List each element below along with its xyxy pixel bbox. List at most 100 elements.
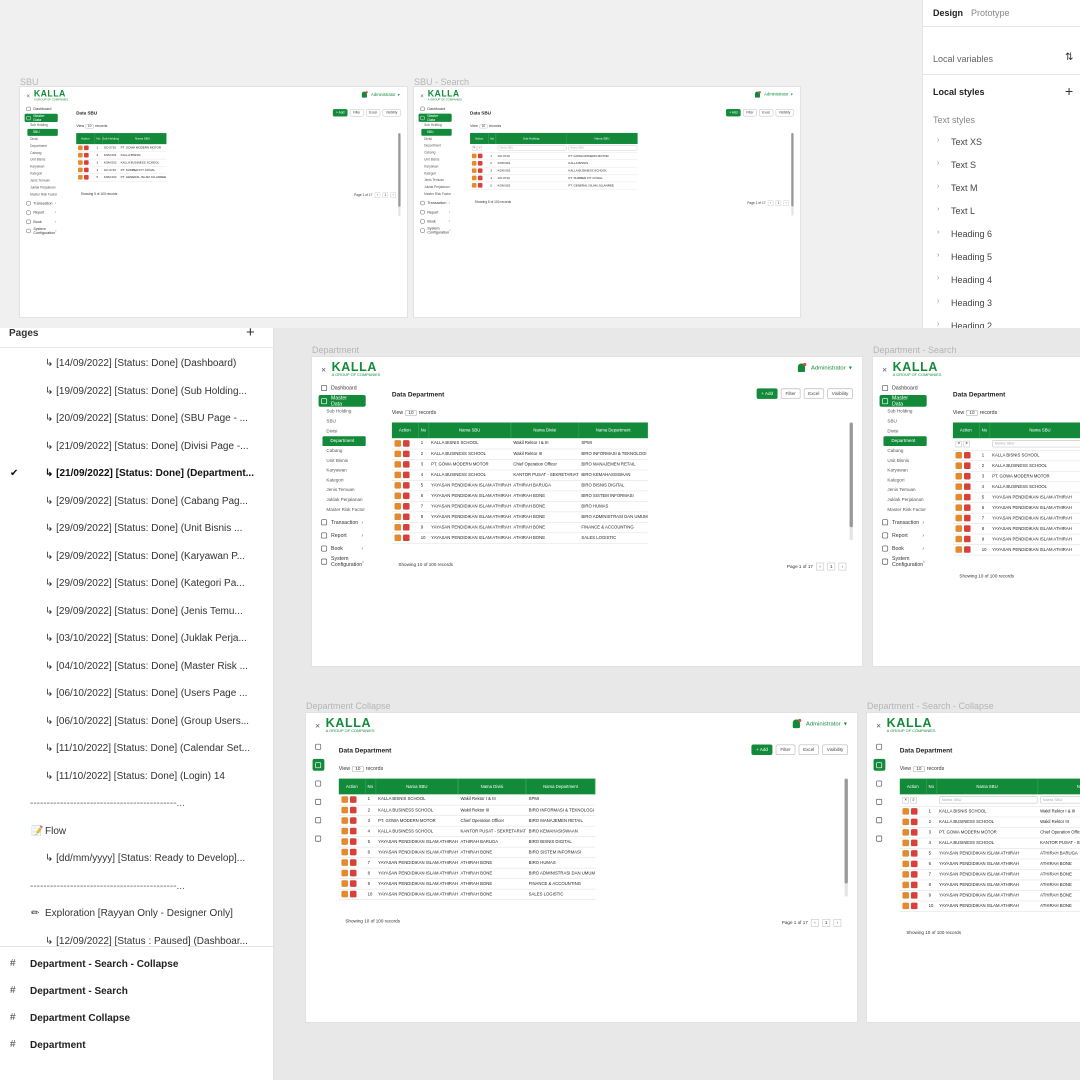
page-item[interactable]: ↳ [04/10/2022] [Status: Done] (Master Ri… bbox=[0, 658, 274, 678]
delete-icon[interactable] bbox=[349, 869, 357, 877]
page-item[interactable]: ↳ [29/09/2022] [Status: Done] (Karyawan … bbox=[0, 548, 274, 568]
sidebar-item[interactable]: Dashboard bbox=[880, 382, 927, 394]
table-row[interactable]: 6YAYASAN PENDIDIKAN ISLAM ATHIRAHATHIRAH… bbox=[899, 858, 1080, 870]
page-item[interactable]: ↳ [06/10/2022] [Status: Done] (Group Use… bbox=[0, 713, 274, 733]
master-data-icon[interactable] bbox=[873, 758, 886, 771]
expand-icon[interactable]: › bbox=[937, 275, 939, 282]
page-item[interactable]: ↳ [11/10/2022] [Status: Done] (Calendar … bbox=[0, 740, 274, 760]
edit-icon[interactable] bbox=[955, 462, 963, 469]
sidebar-subitem[interactable]: Sub Holding bbox=[419, 122, 452, 129]
expand-icon[interactable]: › bbox=[937, 252, 939, 259]
text-style-item[interactable]: Heading 2 bbox=[951, 321, 992, 328]
sidebar-subitem[interactable]: Divisi bbox=[419, 136, 452, 143]
edit-icon[interactable] bbox=[341, 806, 348, 814]
table-row[interactable]: 5YAYASAN PENDIDIKAN ISLAM ATHIRAHATHIRAH… bbox=[391, 480, 648, 491]
sidebar-item[interactable]: System Configuration › bbox=[880, 555, 927, 567]
table-row[interactable]: 7YAYASAN PENDIDIKAN ISLAM ATHIRAHATHIRAH… bbox=[391, 501, 648, 512]
delete-icon[interactable] bbox=[403, 523, 410, 531]
edit-icon[interactable] bbox=[394, 503, 402, 510]
frame-layer[interactable]: # Department Collapse bbox=[0, 1009, 274, 1029]
edit-icon[interactable] bbox=[902, 850, 909, 857]
table-row[interactable]: 5YAYASAN PENDIDIKAN ISLAM ATHIRAHATHIRAH… bbox=[338, 836, 595, 848]
edit-icon[interactable] bbox=[78, 152, 83, 158]
delete-icon[interactable] bbox=[964, 493, 971, 501]
text-style-item[interactable]: Heading 4 bbox=[951, 275, 992, 285]
edit-icon[interactable] bbox=[955, 472, 963, 480]
sidebar-subitem[interactable]: SBU bbox=[880, 417, 927, 427]
add-button[interactable]: + Add bbox=[726, 109, 741, 117]
sidebar-subitem[interactable]: Unit Bisnis bbox=[25, 157, 58, 164]
delete-icon[interactable] bbox=[403, 450, 410, 458]
notification-icon[interactable] bbox=[797, 362, 807, 373]
table-row[interactable]: 7YAYASAN PENDIDIKAN ISLAM ATHIRAHATHIRAH… bbox=[952, 512, 1080, 524]
page-item[interactable]: ↳ [03/10/2022] [Status: Done] (Juklak Pe… bbox=[0, 630, 274, 650]
edit-icon[interactable] bbox=[471, 183, 477, 188]
text-style-item[interactable]: Text L bbox=[951, 206, 975, 216]
search-input[interactable]: Nama SBU bbox=[939, 796, 1038, 804]
chevron-down-icon[interactable]: ▾ bbox=[849, 364, 852, 371]
dashboard-icon[interactable] bbox=[313, 741, 325, 753]
table-scrollbar[interactable] bbox=[791, 132, 794, 216]
delete-icon[interactable] bbox=[403, 471, 410, 479]
sidebar-subitem[interactable]: Master Risk Factor bbox=[25, 191, 58, 198]
table-row[interactable]: 8YAYASAN PENDIDIKAN ISLAM ATHIRAHATHIRAH… bbox=[899, 879, 1080, 891]
page-item[interactable]: ↳ [dd/mm/yyyy] [Status: Ready to Develop… bbox=[0, 850, 274, 870]
text-style-item[interactable]: Heading 3 bbox=[951, 298, 992, 308]
close-icon[interactable]: × bbox=[876, 721, 881, 731]
table-row[interactable]: 2KALLA BUSINESS SCHOOLWakil Rektor IIIBI… bbox=[899, 816, 1080, 828]
book-icon[interactable] bbox=[874, 814, 886, 826]
sidebar-item[interactable]: Book › bbox=[25, 217, 58, 225]
clear-icon[interactable]: × bbox=[471, 145, 477, 151]
delete-icon[interactable] bbox=[964, 525, 971, 532]
table-row[interactable]: 3 KOM 002 KALLA BUSINESS SCHOOL bbox=[76, 158, 167, 167]
table-row[interactable]: 3 KOM 002 KALLA BUSINESS SCHOOL bbox=[470, 166, 638, 175]
sidebar-item[interactable]: System Configuration › bbox=[319, 555, 366, 567]
table-row[interactable]: 9YAYASAN PENDIDIKAN ISLAM ATHIRAHATHIRAH… bbox=[952, 533, 1080, 545]
page-item[interactable]: ↳ [29/09/2022] [Status: Done] (Cabang Pa… bbox=[0, 493, 274, 513]
edit-icon[interactable] bbox=[902, 829, 909, 836]
close-icon[interactable]: × bbox=[26, 93, 29, 100]
notification-icon[interactable] bbox=[361, 91, 368, 98]
records-select[interactable]: 10 bbox=[352, 766, 364, 773]
sidebar-subitem[interactable]: Juklak Perjalanan bbox=[880, 495, 927, 505]
delete-icon[interactable] bbox=[964, 462, 971, 469]
clear-icon[interactable]: × bbox=[955, 440, 963, 448]
sidebar-subitem[interactable]: SBU bbox=[27, 128, 58, 136]
table-row[interactable]: 5 KOM 002 PT. GENERAL ISLAM JULANREE bbox=[76, 173, 167, 182]
search-input[interactable]: Nama SBU bbox=[992, 440, 1080, 448]
edit-icon[interactable] bbox=[341, 827, 348, 835]
table-row[interactable]: 9YAYASAN PENDIDIKAN ISLAM ATHIRAHATHIRAH… bbox=[338, 878, 595, 890]
delete-icon[interactable] bbox=[349, 890, 357, 898]
sidebar-subitem[interactable]: Jenis Temuan bbox=[880, 485, 927, 495]
delete-icon[interactable] bbox=[84, 160, 89, 165]
delete-icon[interactable] bbox=[349, 817, 357, 824]
table-row[interactable]: 4KALLA BUSINESS SCHOOLKANTOR PUSAT - SEK… bbox=[899, 837, 1080, 849]
frame-title-department-search-collapse[interactable]: Department - Search - Collapse bbox=[867, 701, 994, 711]
add-button[interactable]: + Add bbox=[332, 109, 348, 117]
table-row[interactable]: 1 GO 0710 PT. GOWA MODERN MOTOR bbox=[470, 152, 638, 160]
edit-icon[interactable] bbox=[394, 482, 402, 489]
sidebar-subitem[interactable]: Department bbox=[419, 143, 452, 150]
edit-icon[interactable] bbox=[902, 860, 909, 868]
table-row[interactable]: 1KALLA BISNIS SCHOOLWakil Rektor I & III… bbox=[338, 794, 595, 806]
sidebar-item[interactable]: Report › bbox=[25, 208, 58, 216]
delete-icon[interactable] bbox=[964, 546, 971, 553]
delete-icon[interactable] bbox=[964, 451, 971, 459]
frame-title-sbu-search[interactable]: SBU - Search bbox=[414, 77, 469, 87]
next-page-icon[interactable]: › bbox=[390, 192, 396, 199]
edit-icon[interactable] bbox=[955, 483, 963, 490]
tab-prototype[interactable]: Prototype bbox=[971, 8, 1010, 18]
delete-icon[interactable] bbox=[403, 503, 410, 510]
sidebar-subitem[interactable]: Juklak Perjalanan bbox=[25, 184, 58, 191]
table-row[interactable]: 1KALLA BISNIS SCHOOLWakil Rektor I & III… bbox=[952, 449, 1080, 461]
delete-icon[interactable] bbox=[910, 860, 918, 868]
delete-icon[interactable] bbox=[349, 796, 357, 803]
master-data-icon[interactable] bbox=[312, 758, 325, 771]
close-icon[interactable]: × bbox=[420, 93, 423, 100]
edit-icon[interactable] bbox=[902, 808, 909, 815]
edit-icon[interactable] bbox=[341, 848, 348, 856]
add-page-icon[interactable]: + bbox=[246, 324, 255, 341]
table-row[interactable]: 3PT. GOWA MODERN MOTORChief Operation Of… bbox=[952, 470, 1080, 482]
delete-icon[interactable] bbox=[403, 439, 410, 447]
excel-button[interactable]: Excel bbox=[798, 744, 819, 755]
